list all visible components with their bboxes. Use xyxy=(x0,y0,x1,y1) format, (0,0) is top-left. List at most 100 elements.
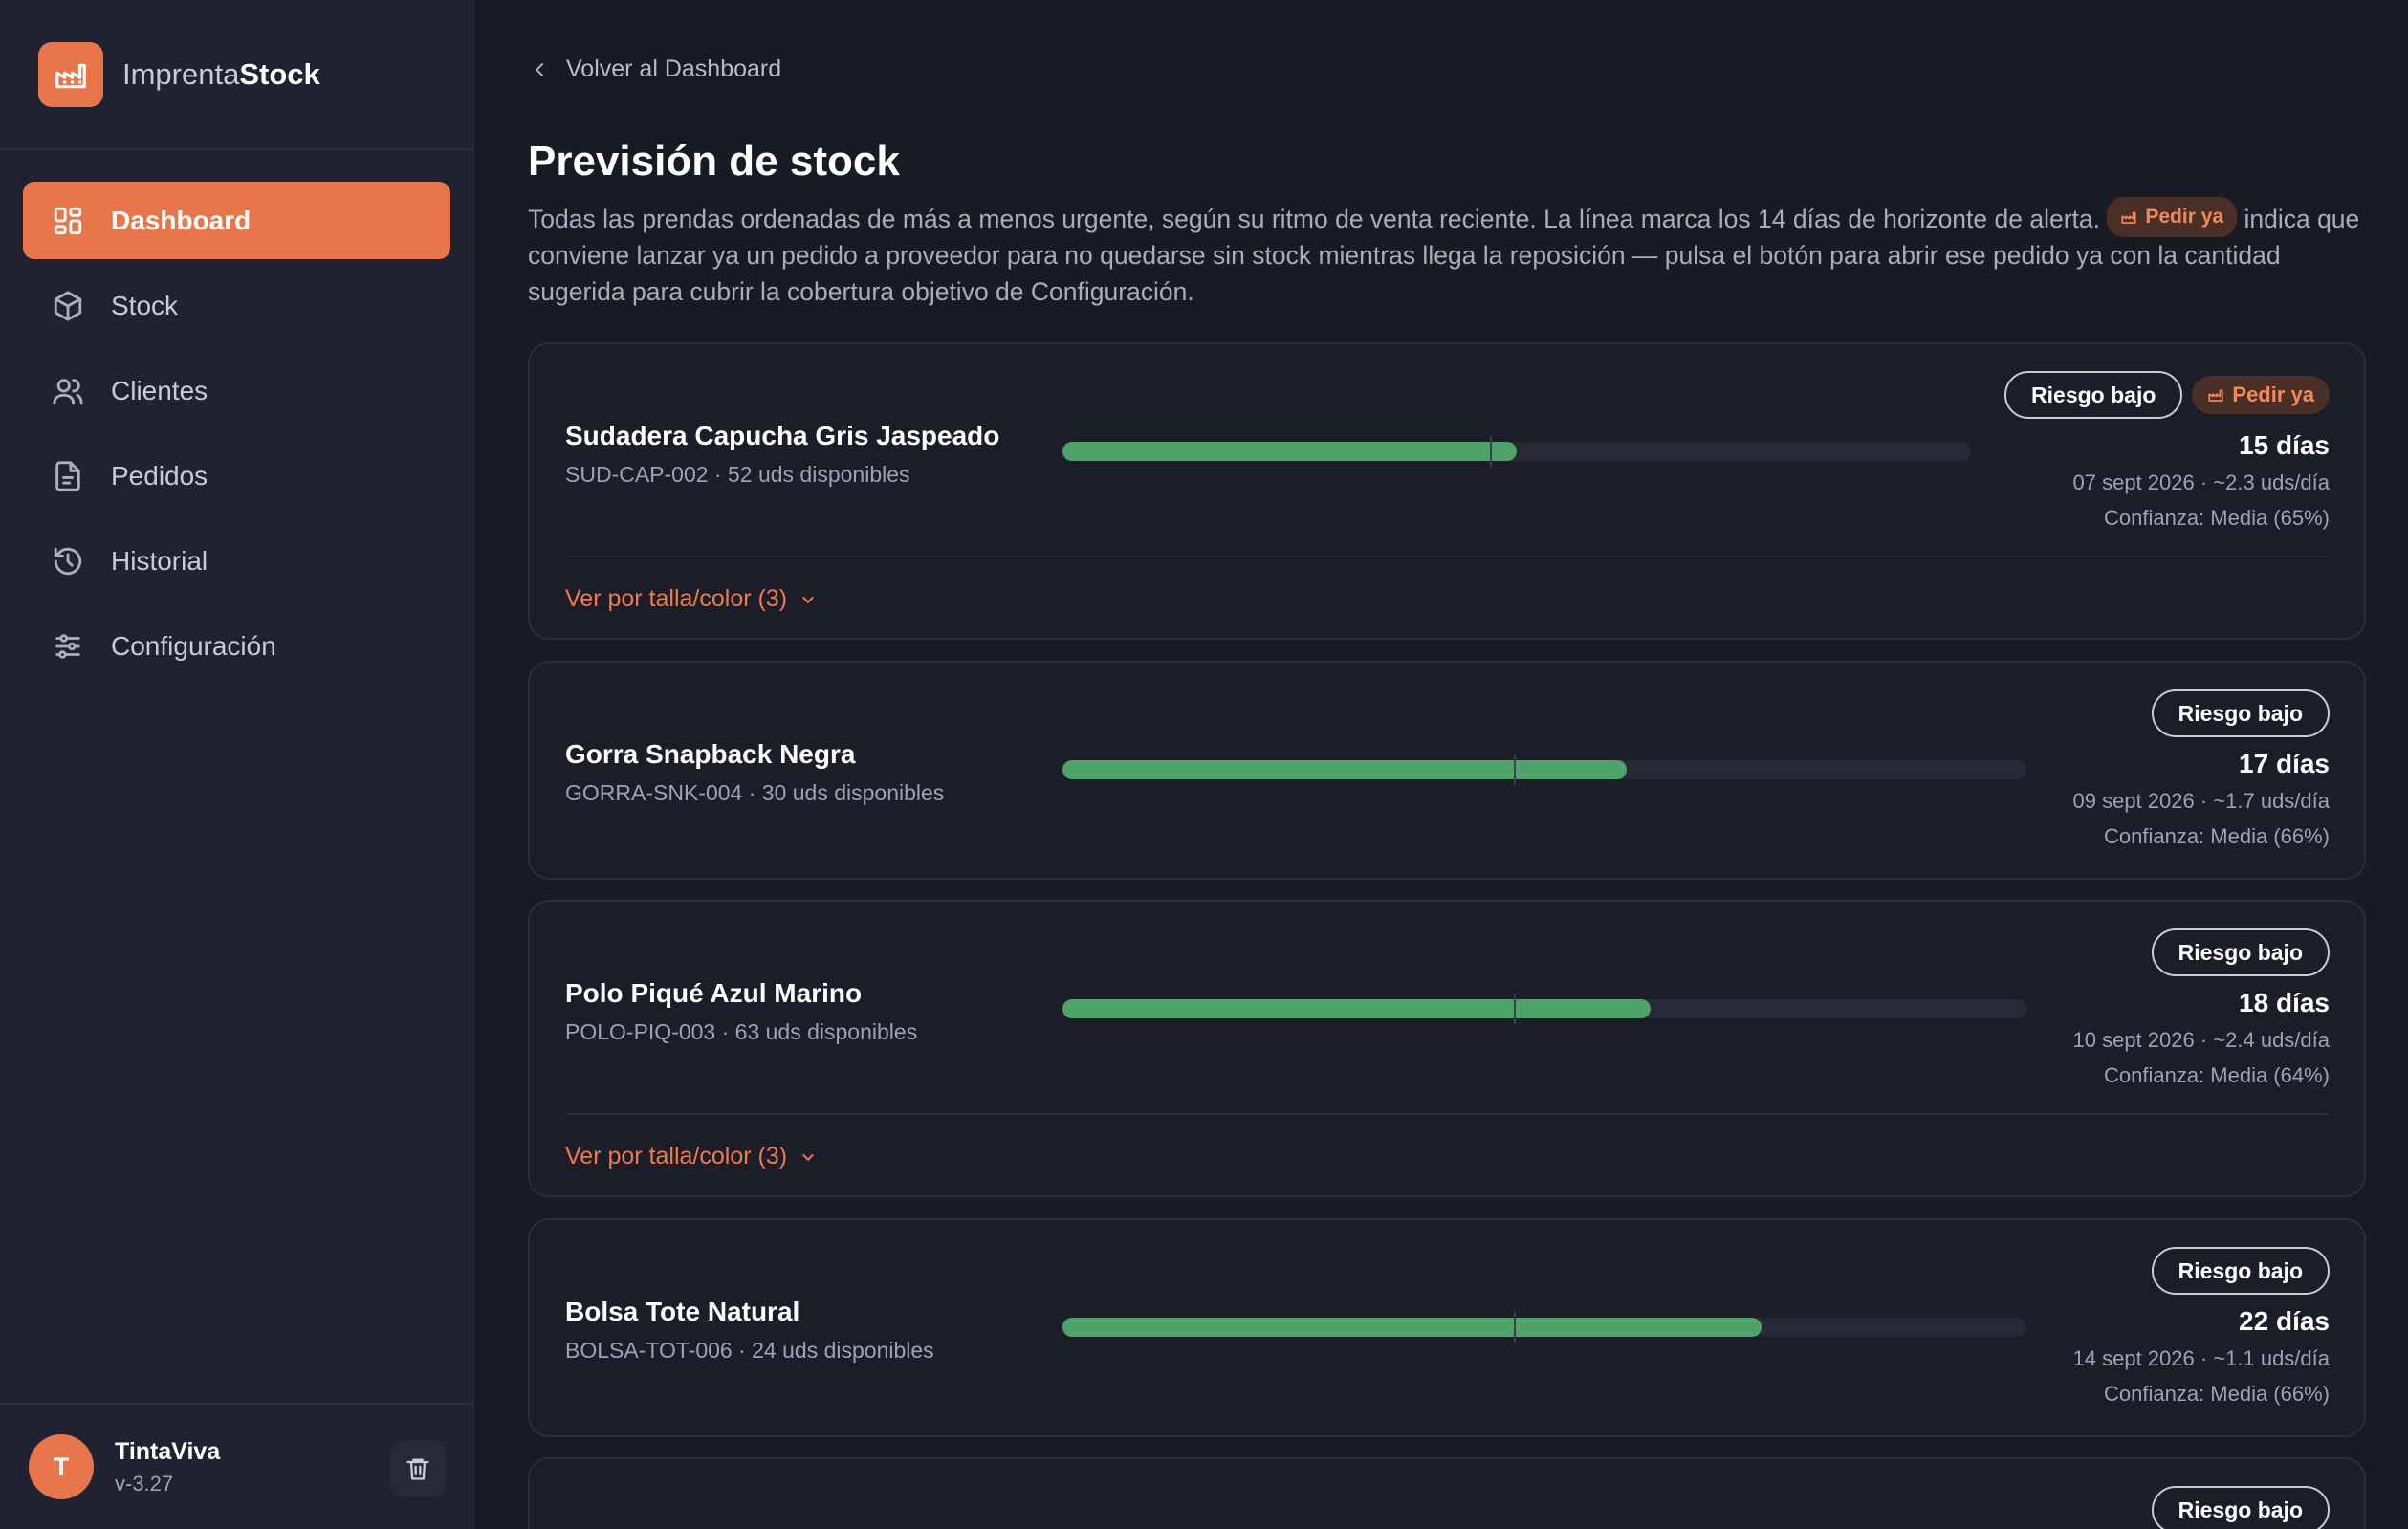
forecast-card: Riesgo bajo xyxy=(528,1457,2366,1529)
product-name: Polo Piqué Azul Marino xyxy=(565,978,863,1008)
card-badges: Riesgo bajo xyxy=(2151,1247,2330,1295)
product-name: Gorra Snapback Negra xyxy=(565,739,856,769)
delete-button[interactable] xyxy=(390,1441,446,1496)
divider xyxy=(565,556,2330,557)
back-to-dashboard-link[interactable]: Volver al Dashboard xyxy=(532,55,781,83)
factory-icon xyxy=(38,41,103,107)
forecast-card: Riesgo bajo Pedir ya Sudadera Capucha Gr… xyxy=(528,342,2366,640)
sidebar-nav: Dashboard Stock Clientes Pedidos Histori… xyxy=(0,150,473,685)
stockout-date-rate: 10 sept 2026 · ~2.4 uds/día xyxy=(2072,1028,2330,1052)
back-link-label: Volver al Dashboard xyxy=(566,55,782,82)
sidebar-item-configuracion[interactable]: Configuración xyxy=(23,607,450,685)
box-icon xyxy=(52,290,84,322)
brand[interactable]: ImprentaStock xyxy=(0,0,473,150)
risk-badge: Riesgo bajo xyxy=(2151,1486,2330,1529)
card-badges: Riesgo bajo xyxy=(2151,689,2330,737)
forecast-summary: 22 días 14 sept 2026 · ~1.1 uds/día Conf… xyxy=(2073,1306,2330,1411)
user-name: TintaViva xyxy=(115,1437,221,1465)
coverage-bar-fill xyxy=(1062,999,1651,1018)
coverage-bar xyxy=(1062,994,2026,1024)
expand-variants-label: Ver por talla/color (3) xyxy=(565,1143,788,1169)
sidebar-item-dashboard[interactable]: Dashboard xyxy=(23,182,450,259)
forecast-summary: 17 días 09 sept 2026 · ~1.7 uds/día Conf… xyxy=(2073,749,2330,854)
confidence: Confianza: Media (66%) xyxy=(2103,824,2330,848)
page-description: Todas las prendas ordenadas de más a men… xyxy=(528,197,2366,310)
risk-badge: Riesgo bajo xyxy=(2151,689,2330,737)
risk-badge: Riesgo bajo xyxy=(2004,371,2183,419)
brand-name-light: Imprenta xyxy=(122,56,240,91)
sidebar-item-label: Stock xyxy=(111,290,179,320)
stockout-date-rate: 14 sept 2026 · ~1.1 uds/día xyxy=(2072,1346,2330,1370)
confidence: Confianza: Media (66%) xyxy=(2103,1382,2330,1406)
days-remaining: 15 días xyxy=(2239,430,2330,460)
risk-badge: Riesgo bajo xyxy=(2151,928,2330,976)
factory-icon xyxy=(2207,386,2224,404)
order-now-button[interactable]: Pedir ya xyxy=(2192,376,2330,414)
days-remaining: 22 días xyxy=(2239,1306,2330,1336)
days-remaining: 18 días xyxy=(2239,988,2330,1017)
forecast-card: Riesgo bajo Polo Piqué Azul Marino POLO-… xyxy=(528,900,2366,1197)
user-meta: TintaViva v-3.27 xyxy=(115,1438,220,1496)
trash-icon xyxy=(405,1455,431,1482)
sidebar-item-label: Configuración xyxy=(111,630,276,661)
forecast-summary: 15 días 07 sept 2026 · ~2.3 uds/día Conf… xyxy=(2073,430,2330,535)
stockout-date-rate: 07 sept 2026 · ~2.3 uds/día xyxy=(2072,470,2330,494)
sidebar-item-stock[interactable]: Stock xyxy=(23,267,450,344)
product-meta: POLO-PIQ-003 · 63 uds disponibles xyxy=(565,1019,918,1044)
sidebar-item-label: Clientes xyxy=(111,375,208,405)
stockout-date-rate: 09 sept 2026 · ~1.7 uds/día xyxy=(2072,789,2330,813)
alert-horizon-marker xyxy=(1513,1312,1516,1343)
users-icon xyxy=(52,375,84,407)
chevron-left-icon xyxy=(532,61,549,78)
card-badges: Riesgo bajo Pedir ya xyxy=(2004,371,2330,419)
coverage-bar xyxy=(1062,1312,2026,1343)
document-icon xyxy=(52,460,84,492)
user-profile: T TintaViva v-3.27 xyxy=(0,1403,474,1529)
sidebar-item-label: Dashboard xyxy=(111,205,252,235)
confidence: Confianza: Media (64%) xyxy=(2103,1063,2330,1087)
brand-name: ImprentaStock xyxy=(122,57,320,92)
card-badges: Riesgo bajo xyxy=(2151,1486,2330,1529)
divider xyxy=(565,1113,2330,1115)
sliders-icon xyxy=(52,630,84,663)
coverage-bar-fill xyxy=(1062,1318,1762,1337)
sidebar-item-pedidos[interactable]: Pedidos xyxy=(23,437,450,514)
dashboard-icon xyxy=(52,205,84,237)
forecast-card: Riesgo bajo Bolsa Tote Natural BOLSA-TOT… xyxy=(528,1218,2366,1437)
product-meta: SUD-CAP-002 · 52 uds disponibles xyxy=(565,462,910,487)
risk-badge: Riesgo bajo xyxy=(2151,1247,2330,1295)
sidebar-item-clientes[interactable]: Clientes xyxy=(23,352,450,429)
alert-horizon-marker xyxy=(1513,994,1516,1024)
order-now-legend-label: Pedir ya xyxy=(2145,206,2224,228)
forecast-summary: 18 días 10 sept 2026 · ~2.4 uds/día Conf… xyxy=(2073,988,2330,1093)
alert-horizon-marker xyxy=(1513,754,1516,785)
order-now-label: Pedir ya xyxy=(2232,382,2314,406)
coverage-bar-fill xyxy=(1062,760,1627,779)
days-remaining: 17 días xyxy=(2239,749,2330,778)
card-badges: Riesgo bajo xyxy=(2151,928,2330,976)
expand-variants-link[interactable]: Ver por talla/color (3) xyxy=(565,1143,816,1170)
coverage-bar xyxy=(1062,436,1971,467)
product-meta: BOLSA-TOT-006 · 24 uds disponibles xyxy=(565,1338,934,1363)
confidence: Confianza: Media (65%) xyxy=(2103,506,2330,530)
sidebar-item-label: Pedidos xyxy=(111,460,208,491)
product-name: Bolsa Tote Natural xyxy=(565,1297,800,1326)
alert-horizon-marker xyxy=(1489,436,1492,467)
app-version: v-3.27 xyxy=(115,1471,174,1496)
product-name: Sudadera Capucha Gris Jaspeado xyxy=(565,421,1000,450)
expand-variants-link[interactable]: Ver por talla/color (3) xyxy=(565,585,816,613)
sidebar: ImprentaStock Dashboard Stock Clientes P… xyxy=(0,0,474,1529)
sidebar-item-historial[interactable]: Historial xyxy=(23,522,450,600)
page-title: Previsión de stock xyxy=(528,138,900,185)
coverage-bar-fill xyxy=(1062,442,1517,461)
history-icon xyxy=(52,545,84,578)
brand-name-bold: Stock xyxy=(239,56,320,91)
coverage-bar xyxy=(1062,754,2026,785)
expand-variants-label: Ver por talla/color (3) xyxy=(565,585,788,612)
product-meta: GORRA-SNK-004 · 30 uds disponibles xyxy=(565,780,945,805)
chevron-down-icon xyxy=(800,592,816,607)
sidebar-item-label: Historial xyxy=(111,545,208,576)
forecast-card: Riesgo bajo Gorra Snapback Negra GORRA-S… xyxy=(528,661,2366,880)
description-part-1: Todas las prendas ordenadas de más a men… xyxy=(528,205,2100,233)
avatar[interactable]: T xyxy=(29,1434,94,1499)
